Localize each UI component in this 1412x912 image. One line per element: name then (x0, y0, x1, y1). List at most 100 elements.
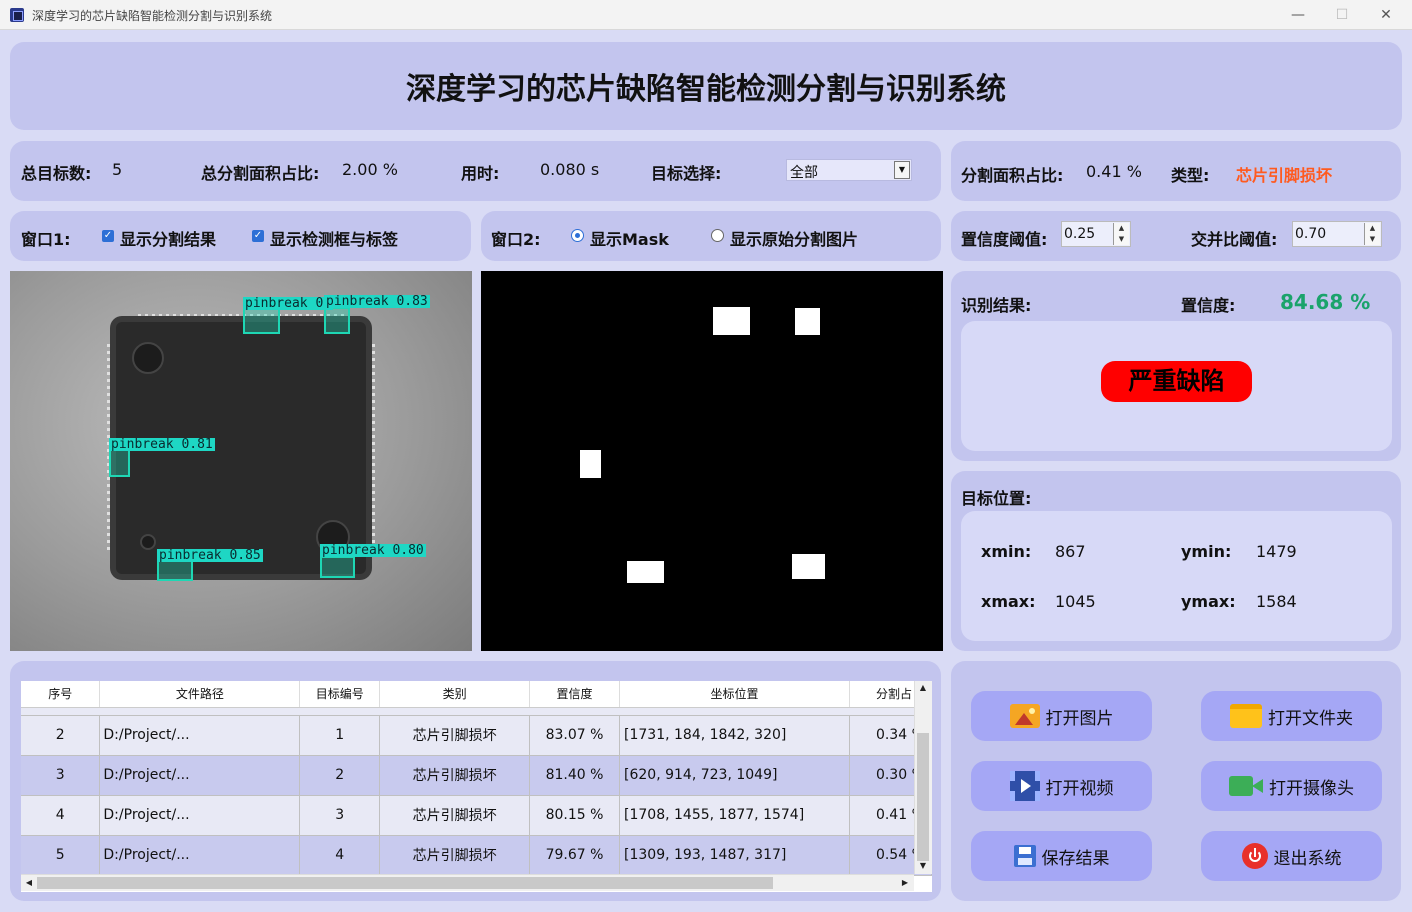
detection-box[interactable] (324, 307, 350, 334)
area-ratio-value: 2.00 % (342, 160, 398, 179)
table-horizontal-scrollbar[interactable]: ◀ ▶ (21, 874, 914, 891)
target-select-dropdown[interactable]: 全部 ▼ (786, 159, 912, 181)
position-box (961, 511, 1392, 641)
save-results-button[interactable]: 保存结果 (971, 831, 1152, 881)
table-cell: 79.67 % (529, 835, 621, 876)
maximize-button[interactable]: ☐ (1322, 4, 1362, 26)
xmin-value: 867 (1055, 542, 1086, 561)
scroll-left-icon[interactable]: ◀ (22, 876, 36, 890)
table-cell: 2 (299, 755, 381, 796)
verdict-badge: 严重缺陷 (1101, 361, 1252, 402)
open-camera-button[interactable]: 打开摄像头 (1201, 761, 1382, 811)
mask-image-view (481, 271, 943, 651)
scrollbar-thumb[interactable] (917, 733, 929, 861)
show-mask-radio[interactable] (571, 229, 584, 242)
column-header[interactable]: 目标编号 (299, 681, 381, 708)
selected-type-label: 类型: (1171, 166, 1210, 185)
open-folder-label: 打开文件夹 (1268, 708, 1353, 729)
show-mask-label[interactable]: 显示Mask (590, 226, 669, 250)
show-box-checkbox[interactable]: ✓ (252, 230, 264, 242)
folder-icon (1230, 704, 1262, 728)
xmax-value: 1045 (1055, 592, 1096, 611)
detection-box[interactable] (320, 556, 355, 578)
show-orig-label[interactable]: 显示原始分割图片 (730, 226, 858, 250)
ymax-label: ymax: (1181, 592, 1236, 611)
table-cell: 4 (21, 795, 101, 836)
column-header[interactable]: 类别 (379, 681, 531, 708)
table-cell: 4 (299, 835, 381, 876)
page-title: 深度学习的芯片缺陷智能检测分割与识别系统 (406, 72, 1006, 107)
detection-label: pinbreak 0.80 (320, 543, 426, 558)
column-header[interactable]: 文件路径 (99, 681, 301, 708)
column-header[interactable]: 置信度 (529, 681, 621, 708)
ymin-label: ymin: (1181, 542, 1232, 561)
window1-label: 窗口1: (21, 230, 71, 249)
window1-options-panel (10, 211, 471, 261)
xmax-label: xmax: (981, 592, 1036, 611)
open-folder-button[interactable]: 打开文件夹 (1201, 691, 1382, 741)
open-camera-label: 打开摄像头 (1269, 778, 1354, 799)
table-cell: D:/Project/... (99, 835, 301, 876)
table-cell: 83.07 % (529, 715, 621, 756)
open-video-label: 打开视频 (1045, 778, 1114, 799)
column-header[interactable]: 坐标位置 (619, 681, 850, 708)
arrow-up-icon[interactable]: ▲ (1113, 223, 1129, 234)
show-seg-label[interactable]: 显示分割结果 (120, 226, 216, 250)
scrollbar-thumb[interactable] (37, 877, 773, 889)
arrow-down-icon[interactable]: ▼ (1113, 234, 1129, 245)
total-targets-value: 5 (112, 160, 123, 179)
table-row[interactable]: 4 D:/Project/... 3 芯片引脚损坏 80.15 % [1708,… (21, 795, 932, 836)
results-table[interactable]: 序号 文件路径 目标编号 类别 置信度 坐标位置 分割占 2 D:/Projec… (21, 681, 932, 892)
target-select-label: 目标选择: (651, 164, 722, 183)
table-cell: D:/Project/... (99, 795, 301, 836)
power-icon (1241, 843, 1268, 869)
close-button[interactable]: ✕ (1366, 4, 1406, 26)
camera-icon (1229, 776, 1263, 796)
scroll-down-icon[interactable]: ▼ (916, 859, 930, 873)
save-results-label: 保存结果 (1041, 848, 1110, 869)
confidence-label: 置信度: (1181, 296, 1236, 315)
open-image-button[interactable]: 打开图片 (971, 691, 1152, 741)
show-box-label[interactable]: 显示检测框与标签 (270, 226, 398, 250)
detection-box[interactable] (109, 448, 130, 477)
result-label: 识别结果: (961, 296, 1032, 315)
conf-threshold-label: 置信度阈值: (961, 230, 1048, 249)
show-orig-radio[interactable] (711, 229, 724, 242)
save-icon (1013, 845, 1036, 867)
detection-label: pinbreak 0.85 (157, 548, 263, 563)
open-video-button[interactable]: 打开视频 (971, 761, 1152, 811)
table-cell: 81.40 % (529, 755, 621, 796)
table-cell: 芯片引脚损坏 (379, 835, 531, 876)
table-row[interactable]: 5 D:/Project/... 4 芯片引脚损坏 79.67 % [1309,… (21, 835, 932, 876)
position-label: 目标位置: (961, 489, 1032, 508)
table-cell: 2 (21, 715, 101, 756)
show-seg-checkbox[interactable]: ✓ (102, 230, 114, 242)
column-header[interactable]: 序号 (21, 681, 101, 708)
ymin-value: 1479 (1256, 542, 1297, 561)
table-row[interactable]: 3 D:/Project/... 2 芯片引脚损坏 81.40 % [620, … (21, 755, 932, 796)
detection-label: pinbreak 0.83 (324, 294, 430, 309)
table-vertical-scrollbar[interactable]: ▲ ▼ (914, 681, 932, 874)
table-cell: [1731, 184, 1842, 320] (619, 715, 850, 756)
selected-area-value: 0.41 % (1086, 162, 1142, 181)
chevron-down-icon[interactable]: ▼ (894, 161, 910, 179)
table-cell: 3 (299, 795, 381, 836)
conf-threshold-spinbox[interactable]: 0.25 ▲ ▼ (1061, 221, 1131, 247)
minimize-button[interactable]: — (1278, 4, 1318, 26)
table-cell: [1708, 1455, 1877, 1574] (619, 795, 850, 836)
table-cell: 芯片引脚损坏 (379, 715, 531, 756)
chip-app-icon (10, 8, 24, 22)
window-titlebar: 深度学习的芯片缺陷智能检测分割与识别系统 — ☐ ✕ (0, 0, 1412, 30)
area-ratio-label: 总分割面积占比: (201, 164, 320, 183)
time-value: 0.080 s (540, 160, 600, 179)
target-select-value: 全部 (790, 165, 818, 181)
iou-threshold-spinbox[interactable]: 0.70 ▲ ▼ (1292, 221, 1382, 247)
xmin-label: xmin: (981, 542, 1032, 561)
exit-system-button[interactable]: 退出系统 (1201, 831, 1382, 881)
scroll-right-icon[interactable]: ▶ (898, 876, 912, 890)
scroll-up-icon[interactable]: ▲ (916, 681, 930, 695)
table-row[interactable]: 2 D:/Project/... 1 芯片引脚损坏 83.07 % [1731,… (21, 715, 932, 756)
arrow-down-icon[interactable]: ▼ (1364, 234, 1380, 245)
chip-pins-right (365, 340, 375, 550)
arrow-up-icon[interactable]: ▲ (1364, 223, 1380, 234)
